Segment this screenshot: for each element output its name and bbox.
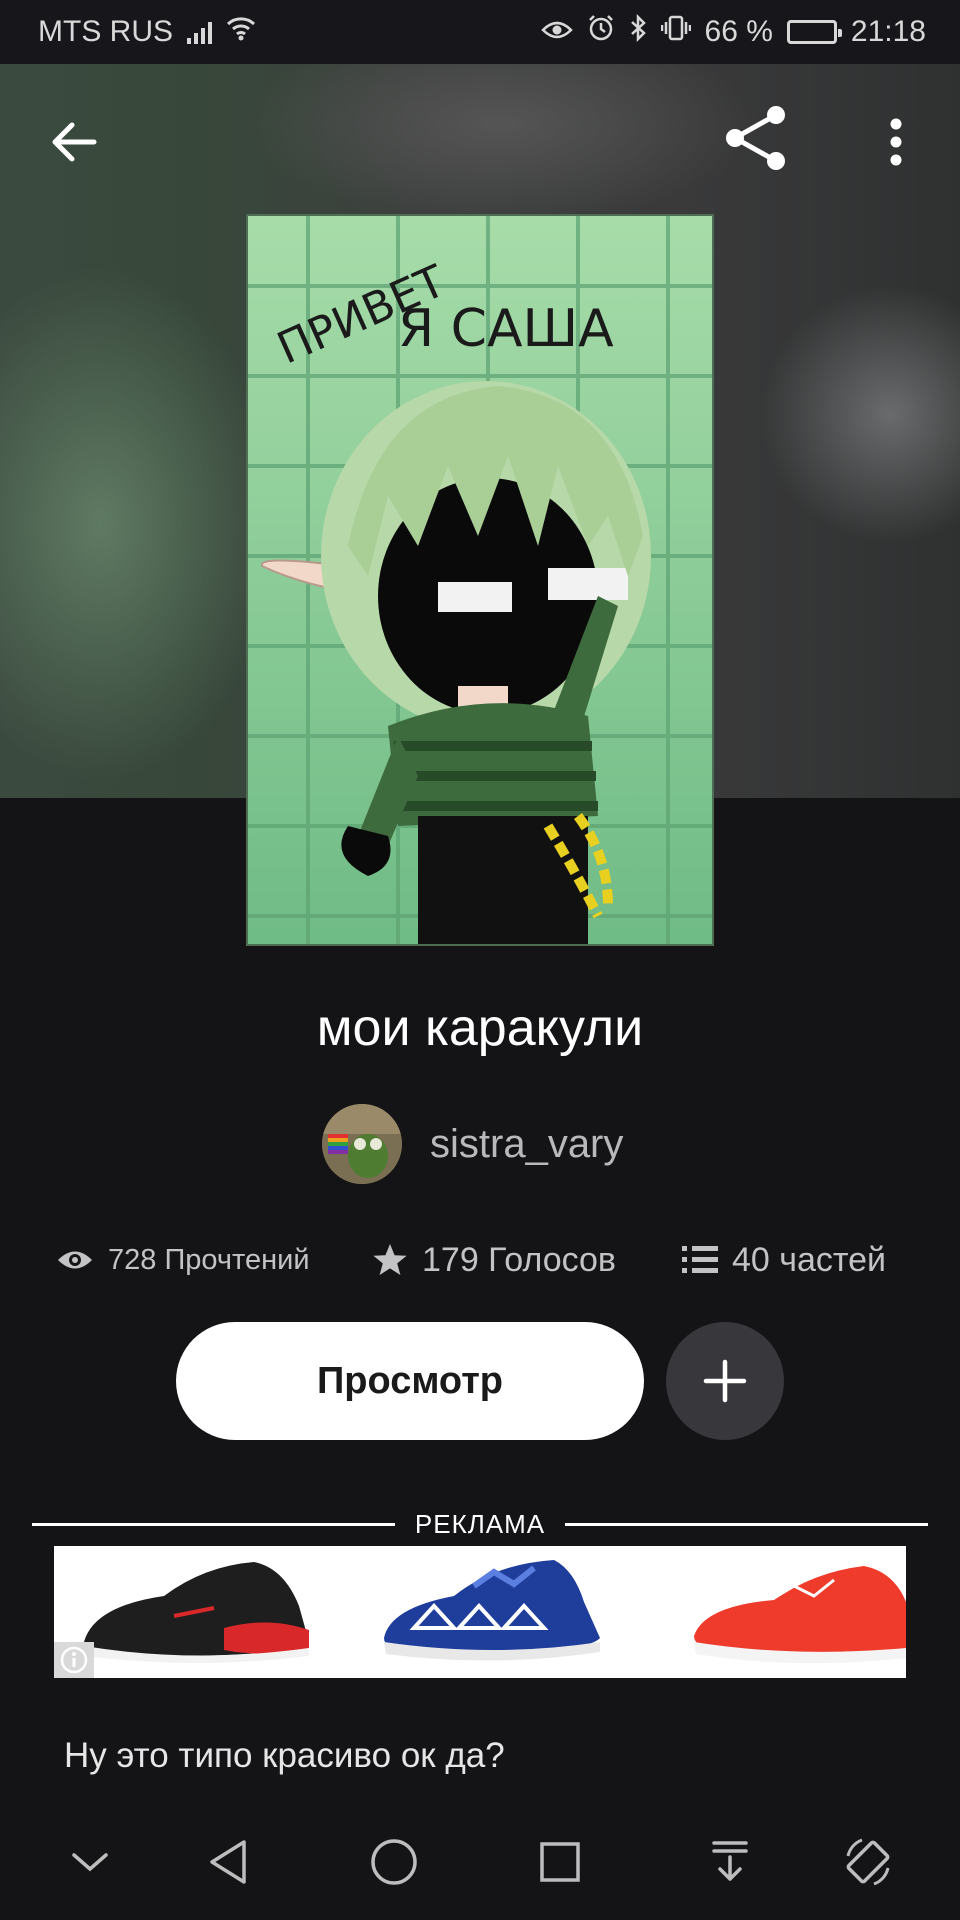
cover-text-line2: Я САША	[398, 299, 614, 359]
parts-count: 40 частей	[732, 1240, 886, 1279]
circle-home-icon	[371, 1839, 417, 1885]
nav-home-button[interactable]	[362, 1830, 426, 1894]
battery-icon	[786, 20, 842, 44]
nav-back-button[interactable]	[196, 1830, 260, 1894]
eye-icon	[58, 1251, 92, 1269]
story-description: Ну это типо красиво ок да?	[64, 1736, 505, 1775]
arrow-left-icon	[52, 122, 97, 162]
square-recents-icon	[540, 1842, 580, 1882]
ad-shoe-black	[84, 1562, 309, 1663]
status-left: MTS RUS	[38, 15, 256, 49]
plus-icon	[703, 1359, 747, 1403]
list-icon	[682, 1246, 718, 1273]
ad-divider-left	[32, 1522, 395, 1526]
ad-shoe-blue	[384, 1560, 600, 1661]
system-nav-bar	[0, 1800, 960, 1920]
chevron-down-icon	[72, 1853, 108, 1872]
status-bar: MTS RUS 66 % 21:18	[0, 0, 960, 64]
stat-parts: 40 частей	[682, 1232, 886, 1288]
stats-row: 728 Прочтений 179 Голосов 40 частей	[0, 1232, 960, 1288]
screen-rotate-icon	[846, 1838, 890, 1886]
reads-count: 728 Прочтений	[108, 1243, 310, 1276]
cover-illustration: ПРИВЕТ Я САША	[248, 216, 712, 944]
author-row[interactable]: sistra_vary	[322, 1104, 623, 1184]
stat-votes: 179 Голосов	[372, 1232, 616, 1288]
ad-image	[84, 1560, 906, 1664]
wifi-icon	[226, 15, 256, 49]
battery-percent: 66 %	[704, 15, 773, 48]
carrier-name: MTS RUS	[38, 15, 173, 48]
signal-icon	[187, 20, 212, 44]
votes-count: 179 Голосов	[422, 1240, 616, 1279]
pull-down-icon	[712, 1841, 748, 1881]
avatar[interactable]	[322, 1104, 402, 1184]
clock: 21:18	[850, 15, 926, 48]
ad-banner[interactable]	[54, 1546, 906, 1678]
add-to-library-button[interactable]	[666, 1322, 784, 1440]
stat-reads: 728 Прочтений	[56, 1232, 310, 1288]
ad-info-button[interactable]	[54, 1642, 94, 1678]
share-button[interactable]	[716, 98, 796, 178]
alarm-icon	[587, 14, 615, 50]
triangle-back-icon	[210, 1840, 246, 1884]
story-title: мои каракули	[316, 999, 644, 1057]
eye-comfort-icon	[540, 15, 573, 49]
ad-divider-right	[565, 1522, 929, 1526]
read-button[interactable]: Просмотр	[176, 1322, 644, 1440]
ad-label-row: РЕКЛАМА	[32, 1506, 929, 1542]
nav-collapse-button[interactable]	[58, 1830, 122, 1894]
nav-rotate-button[interactable]	[836, 1830, 900, 1894]
back-button[interactable]	[36, 104, 112, 180]
info-icon	[60, 1646, 88, 1674]
ad-label: РЕКЛАМА	[414, 1508, 546, 1539]
story-cover[interactable]: ПРИВЕТ Я САША	[246, 214, 714, 946]
bluetooth-icon	[629, 13, 647, 50]
ad-shoe-red	[694, 1566, 906, 1664]
status-right: 66 % 21:18	[540, 13, 926, 50]
more-vertical-icon	[890, 118, 902, 166]
author-name[interactable]: sistra_vary	[430, 1122, 623, 1167]
nav-recents-button[interactable]	[528, 1830, 592, 1894]
star-icon	[373, 1244, 407, 1275]
nav-notifications-button[interactable]	[698, 1830, 762, 1894]
share-icon	[726, 106, 785, 170]
vibrate-icon	[660, 14, 691, 50]
more-options-button[interactable]	[866, 104, 926, 180]
